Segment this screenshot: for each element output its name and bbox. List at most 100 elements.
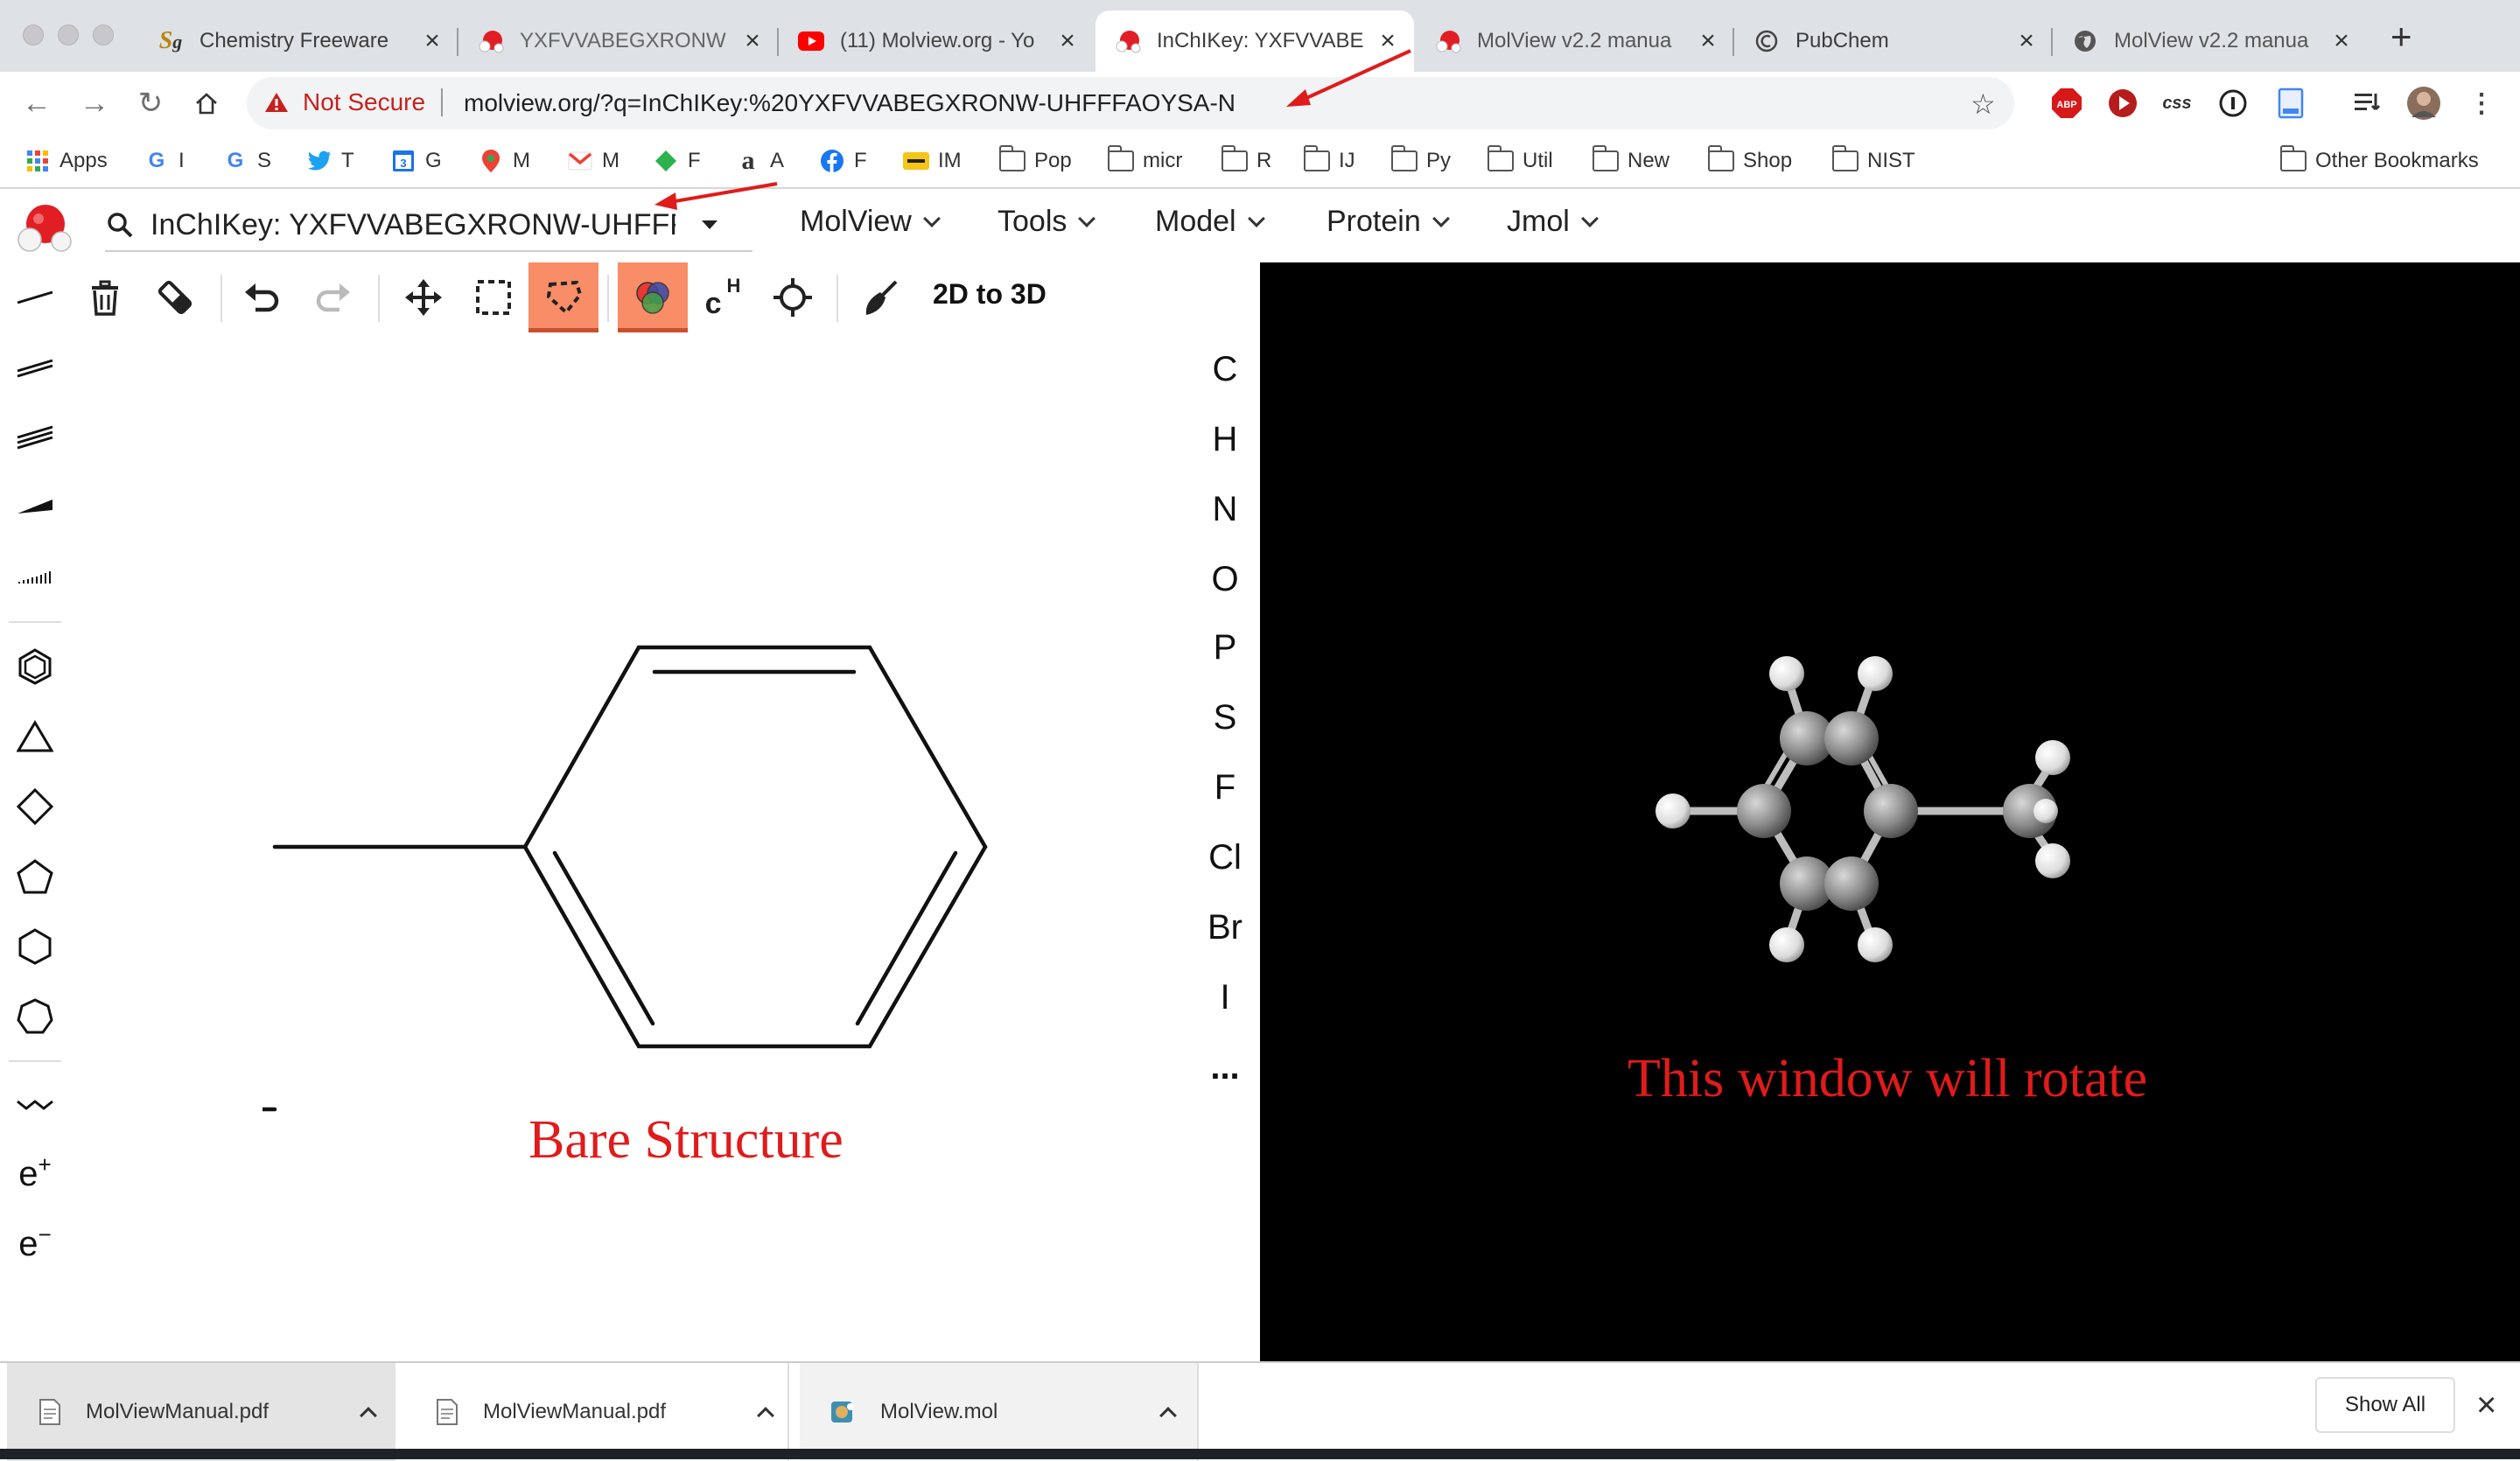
hydrogen-toggle-button[interactable]: c H: [688, 262, 758, 332]
chain-icon[interactable]: [0, 1069, 70, 1139]
reload-icon[interactable]: ↻: [131, 84, 170, 122]
2d-to-3d-button[interactable]: 2D to 3D: [933, 278, 1046, 311]
bookmark-feedly[interactable]: F: [653, 145, 701, 177]
close-tab-icon[interactable]: ×: [1377, 28, 1398, 54]
element-h[interactable]: H: [1190, 404, 1260, 474]
structure-drawing[interactable]: [262, 630, 1015, 1120]
bookmark-folder-new[interactable]: New: [1592, 145, 1670, 177]
new-tab-button[interactable]: +: [2390, 18, 2412, 55]
search-box[interactable]: InChIKey: YXFVVABEGXRONW-UHFFFAOY: [105, 199, 752, 252]
element-f[interactable]: F: [1190, 752, 1260, 822]
menu-protein[interactable]: Protein: [1326, 205, 1450, 239]
bookmark-google-1[interactable]: GI: [144, 145, 185, 177]
bookmark-gmail[interactable]: M: [567, 145, 620, 177]
bookmark-amazon[interactable]: aA: [735, 145, 785, 177]
profile-avatar[interactable]: [2406, 86, 2441, 121]
other-bookmarks[interactable]: Other Bookmarks: [2280, 145, 2479, 177]
lasso-select-icon[interactable]: [528, 262, 598, 332]
element-br[interactable]: Br: [1190, 892, 1260, 962]
close-window-button[interactable]: [23, 24, 44, 45]
double-bond-icon[interactable]: [0, 332, 70, 402]
close-downloads-icon[interactable]: ×: [2476, 1384, 2496, 1426]
bookmark-google-2[interactable]: GS: [222, 145, 271, 177]
cycloheptane-icon[interactable]: [0, 982, 70, 1052]
single-bond-icon[interactable]: [0, 262, 70, 332]
element-cl[interactable]: Cl: [1190, 822, 1260, 892]
close-tab-icon[interactable]: ×: [742, 28, 763, 54]
menu-tools[interactable]: Tools: [998, 205, 1096, 239]
url-text[interactable]: molview.org/?q=InChIKey:%20YXFVVABEGXRON…: [464, 89, 1236, 117]
tab-chemistry-freeware[interactable]: Sg Chemistry Freeware ×: [138, 10, 458, 72]
menu-model[interactable]: Model: [1155, 205, 1265, 239]
element-p[interactable]: P: [1190, 612, 1260, 682]
chevron-up-icon[interactable]: [757, 1407, 774, 1424]
reading-list-icon[interactable]: [2350, 86, 2385, 121]
redo-icon[interactable]: [298, 262, 368, 332]
bookmark-maps[interactable]: M: [478, 145, 530, 177]
color-mode-icon[interactable]: [618, 262, 688, 332]
menu-molview[interactable]: MolView: [800, 205, 941, 239]
css-extension-icon[interactable]: css: [2160, 86, 2194, 121]
close-tab-icon[interactable]: ×: [2016, 28, 2037, 54]
home-icon[interactable]: [187, 84, 226, 122]
document-extension-icon[interactable]: [2273, 86, 2308, 121]
bookmark-folder-py[interactable]: Py: [1391, 145, 1451, 177]
bookmark-folder-ij[interactable]: IJ: [1304, 145, 1355, 177]
bookmark-calendar[interactable]: 3G: [390, 145, 442, 177]
back-arrow-icon[interactable]: ←: [18, 84, 56, 122]
benzene-icon[interactable]: [0, 632, 70, 702]
cyclopropane-icon[interactable]: [0, 702, 70, 772]
cyclobutane-icon[interactable]: [0, 772, 70, 842]
bookmark-twitter[interactable]: T: [306, 145, 354, 177]
tab-yxfv[interactable]: YXFVVABEGXRONW ×: [458, 10, 779, 72]
minimize-window-button[interactable]: [58, 24, 79, 45]
chevron-up-icon[interactable]: [360, 1407, 377, 1424]
trash-icon[interactable]: [70, 262, 140, 332]
bookmark-folder-nist[interactable]: NIST: [1832, 145, 1915, 177]
element-o[interactable]: O: [1190, 544, 1260, 614]
element-s[interactable]: S: [1190, 682, 1260, 752]
tab-pubchem[interactable]: PubChem ×: [1734, 10, 2053, 72]
caret-down-icon[interactable]: [700, 219, 719, 231]
clean-broom-icon[interactable]: [845, 262, 915, 332]
eraser-icon[interactable]: [140, 262, 210, 332]
bookmark-folder-util[interactable]: Util: [1488, 145, 1553, 177]
tab-youtube[interactable]: (11) Molview.org - Yo ×: [779, 10, 1094, 72]
bookmark-apps[interactable]: Apps: [24, 145, 108, 177]
browser-menu-icon[interactable]: ⋮: [2464, 86, 2499, 121]
security-indicator[interactable]: Not Secure: [264, 88, 444, 116]
3d-viewer[interactable]: This window will rotate: [1260, 262, 2520, 1361]
center-icon[interactable]: [758, 262, 828, 332]
move-icon[interactable]: [388, 262, 458, 332]
undo-icon[interactable]: [228, 262, 298, 332]
more-elements-button[interactable]: ...: [1190, 1032, 1260, 1102]
tab-molview-manual[interactable]: MolView v2.2 manua ×: [1416, 10, 1734, 72]
charge-plus-button[interactable]: e +: [0, 1139, 70, 1209]
charge-minus-button[interactable]: e −: [0, 1209, 70, 1279]
menu-jmol[interactable]: Jmol: [1507, 205, 1599, 239]
address-bar[interactable]: Not Secure molview.org/?q=InChIKey:%20YX…: [247, 77, 2014, 129]
chevron-up-icon[interactable]: [1159, 1407, 1177, 1424]
close-tab-icon[interactable]: ×: [2331, 28, 2352, 54]
play-extension-icon[interactable]: [2105, 86, 2140, 121]
cyclohexane-icon[interactable]: [0, 912, 70, 982]
element-n[interactable]: N: [1190, 474, 1260, 544]
triple-bond-icon[interactable]: [0, 402, 70, 472]
download-item[interactable]: MolViewManual.pdf: [401, 1363, 789, 1461]
molview-logo[interactable]: [14, 198, 75, 260]
element-c[interactable]: C: [1190, 334, 1260, 404]
bookmark-folder-shop[interactable]: Shop: [1708, 145, 1792, 177]
tab-inchikey-active[interactable]: InChIKey: YXFVVABE ×: [1096, 10, 1414, 72]
bookmark-folder-r[interactable]: R: [1222, 145, 1271, 177]
close-tab-icon[interactable]: ×: [422, 28, 443, 54]
wedge-bond-icon[interactable]: [0, 472, 70, 542]
bookmark-folder-micr[interactable]: micr: [1108, 145, 1182, 177]
info-extension-icon[interactable]: [2216, 86, 2250, 121]
close-tab-icon[interactable]: ×: [1057, 28, 1078, 54]
bookmark-star-icon[interactable]: ☆: [1970, 87, 1996, 121]
close-tab-icon[interactable]: ×: [1698, 28, 1718, 54]
zoom-window-button[interactable]: [93, 24, 114, 45]
bookmark-folder-pop[interactable]: Pop: [999, 145, 1072, 177]
toluene-3d-model[interactable]: [1654, 647, 2109, 980]
download-item[interactable]: MolViewManual.pdf: [7, 1363, 396, 1461]
